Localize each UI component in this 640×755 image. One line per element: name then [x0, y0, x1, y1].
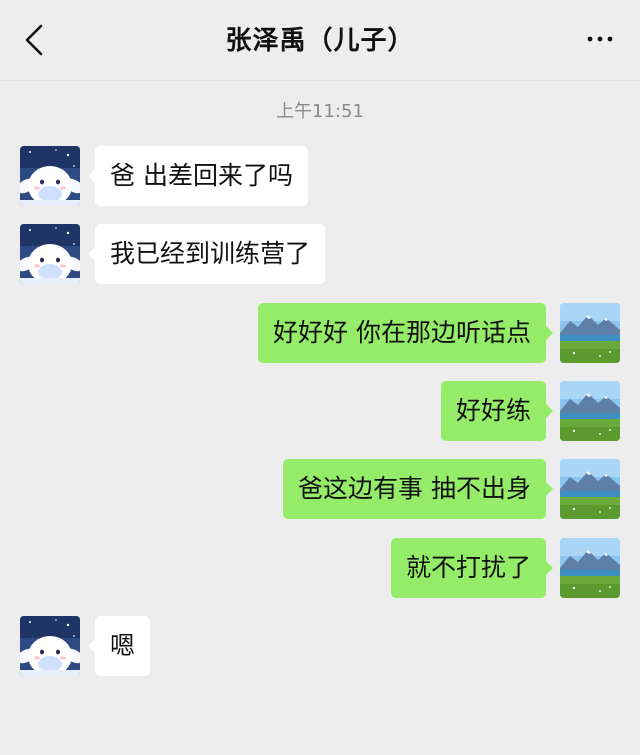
- message-row: 好好练: [0, 381, 640, 441]
- cat-avatar-image: [20, 224, 80, 284]
- message-row: 嗯: [0, 616, 640, 676]
- sent-message-bubble[interactable]: 就不打扰了: [390, 538, 554, 598]
- self-avatar[interactable]: [560, 538, 620, 598]
- landscape-avatar-image: [560, 459, 620, 519]
- contact-avatar[interactable]: [20, 616, 80, 676]
- contact-avatar[interactable]: [20, 224, 80, 284]
- message-timestamp: 上午11:51: [276, 101, 364, 122]
- chat-title: 张泽禹（儿子）: [225, 26, 415, 56]
- landscape-avatar-image: [560, 381, 620, 441]
- message-row: 爸这边有事 抽不出身: [0, 459, 640, 519]
- self-avatar[interactable]: [560, 459, 620, 519]
- sent-message-bubble[interactable]: 爸这边有事 抽不出身: [283, 459, 553, 519]
- cat-avatar-image: [20, 146, 80, 206]
- chat-header: 张泽禹（儿子）: [0, 0, 640, 81]
- sent-message-bubble[interactable]: 好好练: [440, 381, 554, 441]
- cat-avatar-image: [20, 616, 80, 676]
- message-row: 我已经到训练营了: [0, 224, 640, 284]
- message-row: 爸 出差回来了吗: [0, 146, 640, 206]
- sent-message-bubble[interactable]: 好好好 你在那边听话点: [258, 303, 553, 363]
- received-message-bubble[interactable]: 爸 出差回来了吗: [88, 146, 308, 206]
- landscape-avatar-image: [560, 303, 620, 363]
- message-row: 就不打扰了: [0, 538, 640, 598]
- contact-avatar[interactable]: [20, 146, 80, 206]
- landscape-avatar-image: [560, 538, 620, 598]
- self-avatar[interactable]: [560, 381, 620, 441]
- self-avatar[interactable]: [560, 303, 620, 363]
- more-button[interactable]: [580, 24, 620, 54]
- message-row: 好好好 你在那边听话点: [0, 303, 640, 363]
- more-dots-icon: [587, 36, 613, 42]
- received-message-bubble[interactable]: 嗯: [87, 616, 151, 676]
- received-message-bubble[interactable]: 我已经到训练营了: [87, 224, 326, 284]
